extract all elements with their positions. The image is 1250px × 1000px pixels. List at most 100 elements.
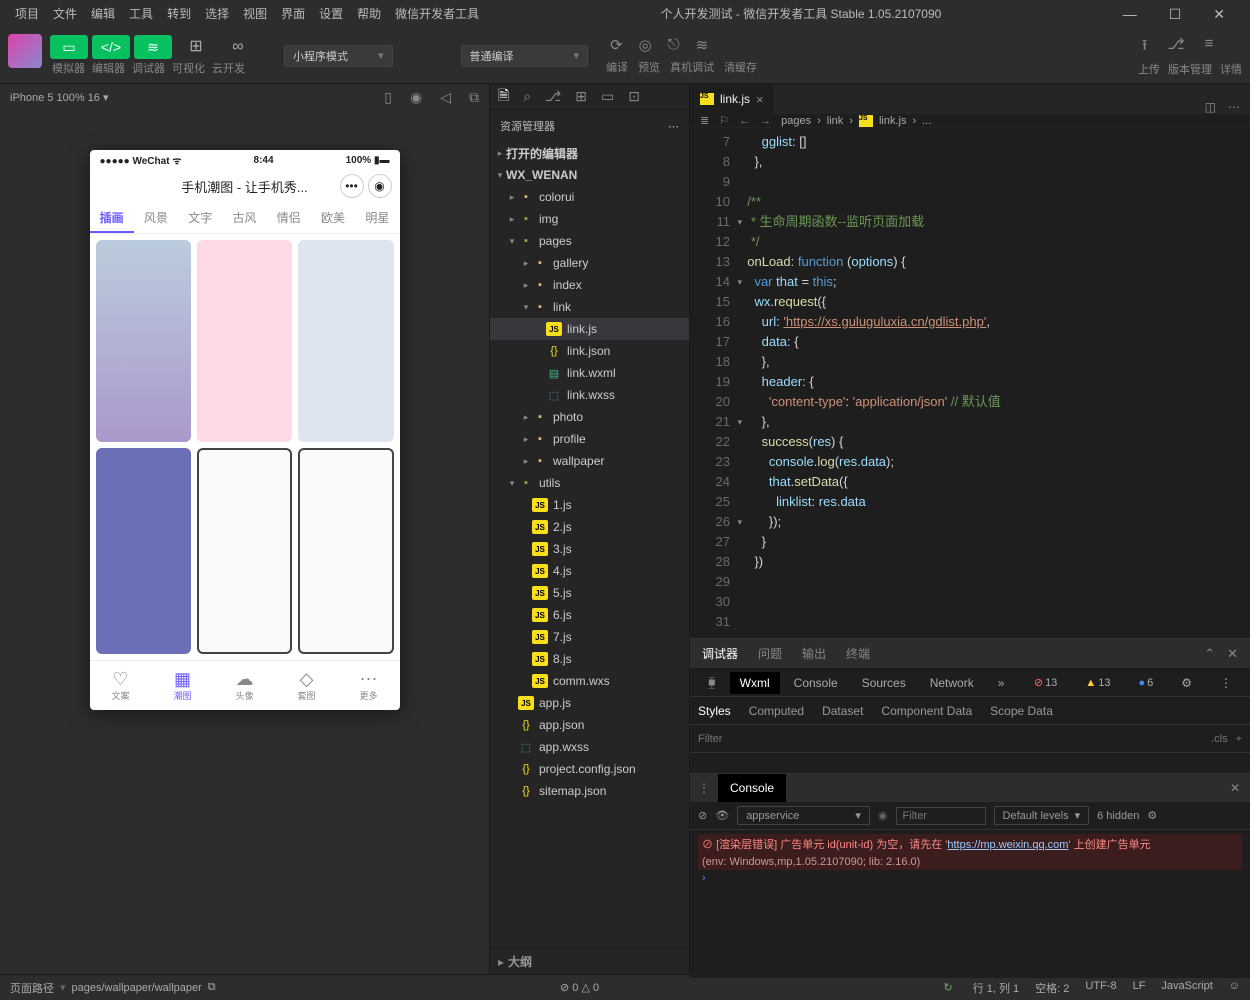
gear-icon[interactable]: ⚙	[1147, 809, 1157, 822]
preview-icon[interactable]: ◎	[639, 36, 652, 54]
console-prompt[interactable]: ›	[698, 870, 1242, 886]
device-selector[interactable]: iPhone 5 100% 16 ▾	[10, 91, 109, 104]
tree-file[interactable]: ⬚app.wxss	[490, 736, 689, 758]
menu-item[interactable]: 工具	[122, 0, 160, 28]
grid-icon[interactable]: ⊞	[575, 88, 587, 105]
avatar[interactable]	[8, 34, 42, 68]
tree-file[interactable]: {}project.config.json	[490, 758, 689, 780]
tree-file[interactable]: ⬚link.wxss	[490, 384, 689, 406]
problems-status[interactable]: ⊘ 0 △ 0	[560, 981, 599, 994]
simulator-button[interactable]: ▭	[50, 35, 88, 59]
tree-file[interactable]: JS8.js	[490, 648, 689, 670]
record-icon[interactable]: ◉	[410, 89, 422, 106]
tree-folder[interactable]: ▸▪photo	[490, 406, 689, 428]
tree-folder[interactable]: ▸▪gallery	[490, 252, 689, 274]
tab-western[interactable]: 欧美	[311, 202, 355, 233]
inspect-icon[interactable]: ⧯	[698, 671, 726, 694]
close-tab-icon[interactable]: ×	[756, 92, 764, 107]
capsule-close-icon[interactable]: ◉	[368, 174, 392, 198]
maximize-icon[interactable]: ☐	[1162, 0, 1189, 28]
tree-folder[interactable]: ▸▪profile	[490, 428, 689, 450]
cloud-button[interactable]: ∞	[218, 35, 258, 59]
wallpaper-thumb[interactable]	[298, 240, 393, 442]
tree-file[interactable]: JS6.js	[490, 604, 689, 626]
search-icon[interactable]: ⌕	[523, 88, 531, 105]
chevron-up-icon[interactable]: ⌃	[1204, 646, 1215, 662]
gear-icon[interactable]: ⚙	[1171, 672, 1202, 694]
wallpaper-thumb[interactable]	[298, 448, 393, 654]
wallpaper-thumb[interactable]	[197, 240, 292, 442]
more-icon[interactable]: ⋯	[1228, 100, 1240, 114]
lang-status[interactable]: JavaScript	[1161, 980, 1212, 996]
tab-text[interactable]: 文字	[178, 202, 222, 233]
code-editor[interactable]: 7891011▾121314▾15161718192021▾2223242526…	[690, 128, 1250, 638]
tree-file[interactable]: JScomm.wxs	[490, 670, 689, 692]
eol-status[interactable]: LF	[1133, 980, 1146, 996]
tree-folder[interactable]: ▾▪pages	[490, 230, 689, 252]
upload-icon[interactable]: ⭱	[1142, 35, 1147, 60]
tree-file[interactable]: {}app.json	[490, 714, 689, 736]
breadcrumb[interactable]: pages › link › JSlink.js › ...	[781, 115, 931, 127]
debug-icon[interactable]: ▭	[601, 88, 614, 105]
minimize-icon[interactable]: —	[1116, 0, 1144, 28]
compile-icon[interactable]: ⟳	[610, 36, 623, 54]
back-icon[interactable]: ←	[739, 115, 750, 127]
eye-icon[interactable]: 👁	[715, 809, 729, 822]
outline-section[interactable]: ▸大纲	[490, 948, 689, 974]
dataset-tab[interactable]: Dataset	[822, 704, 863, 718]
version-icon[interactable]: ⎇	[1167, 35, 1184, 60]
hidden-count[interactable]: 6 hidden	[1097, 810, 1139, 822]
tab-illustration[interactable]: 插画	[90, 202, 134, 233]
nav-wallpaper[interactable]: ▦潮图	[152, 661, 214, 710]
tree-file[interactable]: {}link.json	[490, 340, 689, 362]
tree-file[interactable]: JSlink.js	[490, 318, 689, 340]
tree-folder[interactable]: ▸▪img	[490, 208, 689, 230]
devtab-network[interactable]: Network	[920, 672, 984, 694]
forward-icon[interactable]: →	[760, 115, 771, 127]
indent-status[interactable]: 空格: 2	[1035, 980, 1069, 996]
tree-file[interactable]: JS2.js	[490, 516, 689, 538]
cls-toggle[interactable]: .cls	[1211, 733, 1228, 745]
menu-item[interactable]: 界面	[274, 0, 312, 28]
list-icon[interactable]: ≣	[700, 114, 709, 127]
nav-copywriting[interactable]: ♡文案	[90, 661, 152, 710]
computed-tab[interactable]: Computed	[749, 704, 804, 718]
close-icon[interactable]: ✕	[1220, 781, 1250, 795]
menu-item[interactable]: 选择	[198, 0, 236, 28]
remote-debug-icon[interactable]: ⎋	[668, 36, 680, 54]
details-icon[interactable]: ≡	[1205, 35, 1214, 60]
tab-terminal[interactable]: 终端	[846, 645, 870, 662]
devtab-wxml[interactable]: Wxml	[730, 672, 780, 694]
encoding-status[interactable]: UTF-8	[1085, 980, 1116, 996]
tree-file[interactable]: JSapp.js	[490, 692, 689, 714]
wallpaper-thumb[interactable]	[197, 448, 292, 654]
cursor-pos[interactable]: 行 1, 列 1	[973, 980, 1019, 996]
tree-file[interactable]: JS1.js	[490, 494, 689, 516]
tab-debugger[interactable]: 调试器	[702, 645, 738, 662]
console-filter[interactable]	[896, 807, 986, 825]
editor-button[interactable]: </>	[92, 35, 130, 59]
wallpaper-thumb[interactable]	[96, 240, 191, 442]
styles-tab[interactable]: Styles	[698, 704, 731, 718]
visualize-button[interactable]: ⊞	[176, 35, 216, 59]
copy-icon[interactable]: ⧉	[469, 89, 479, 106]
feedback-icon[interactable]: ☺	[1229, 980, 1240, 996]
mode-dropdown[interactable]: 小程序模式▾	[284, 45, 393, 67]
editor-tab[interactable]: JS link.js ×	[690, 84, 775, 114]
menu-item[interactable]: 微信开发者工具	[388, 0, 486, 28]
menu-item[interactable]: 帮助	[350, 0, 388, 28]
tree-file[interactable]: JS7.js	[490, 626, 689, 648]
tree-file[interactable]: JS5.js	[490, 582, 689, 604]
more-icon[interactable]: »	[988, 672, 1015, 694]
tree-file[interactable]: {}sitemap.json	[490, 780, 689, 802]
tab-star[interactable]: 明星	[355, 202, 399, 233]
component-data-tab[interactable]: Component Data	[881, 704, 972, 718]
tree-file[interactable]: ▤link.wxml	[490, 362, 689, 384]
menu-item[interactable]: 编辑	[84, 0, 122, 28]
add-icon[interactable]: +	[1236, 733, 1242, 745]
device-icon[interactable]: ▯	[384, 89, 392, 106]
tree-folder[interactable]: ▾▪utils	[490, 472, 689, 494]
copy-icon[interactable]: ⧉	[208, 981, 216, 994]
close-icon[interactable]: ✕	[1227, 646, 1238, 662]
menu-item[interactable]: 视图	[236, 0, 274, 28]
